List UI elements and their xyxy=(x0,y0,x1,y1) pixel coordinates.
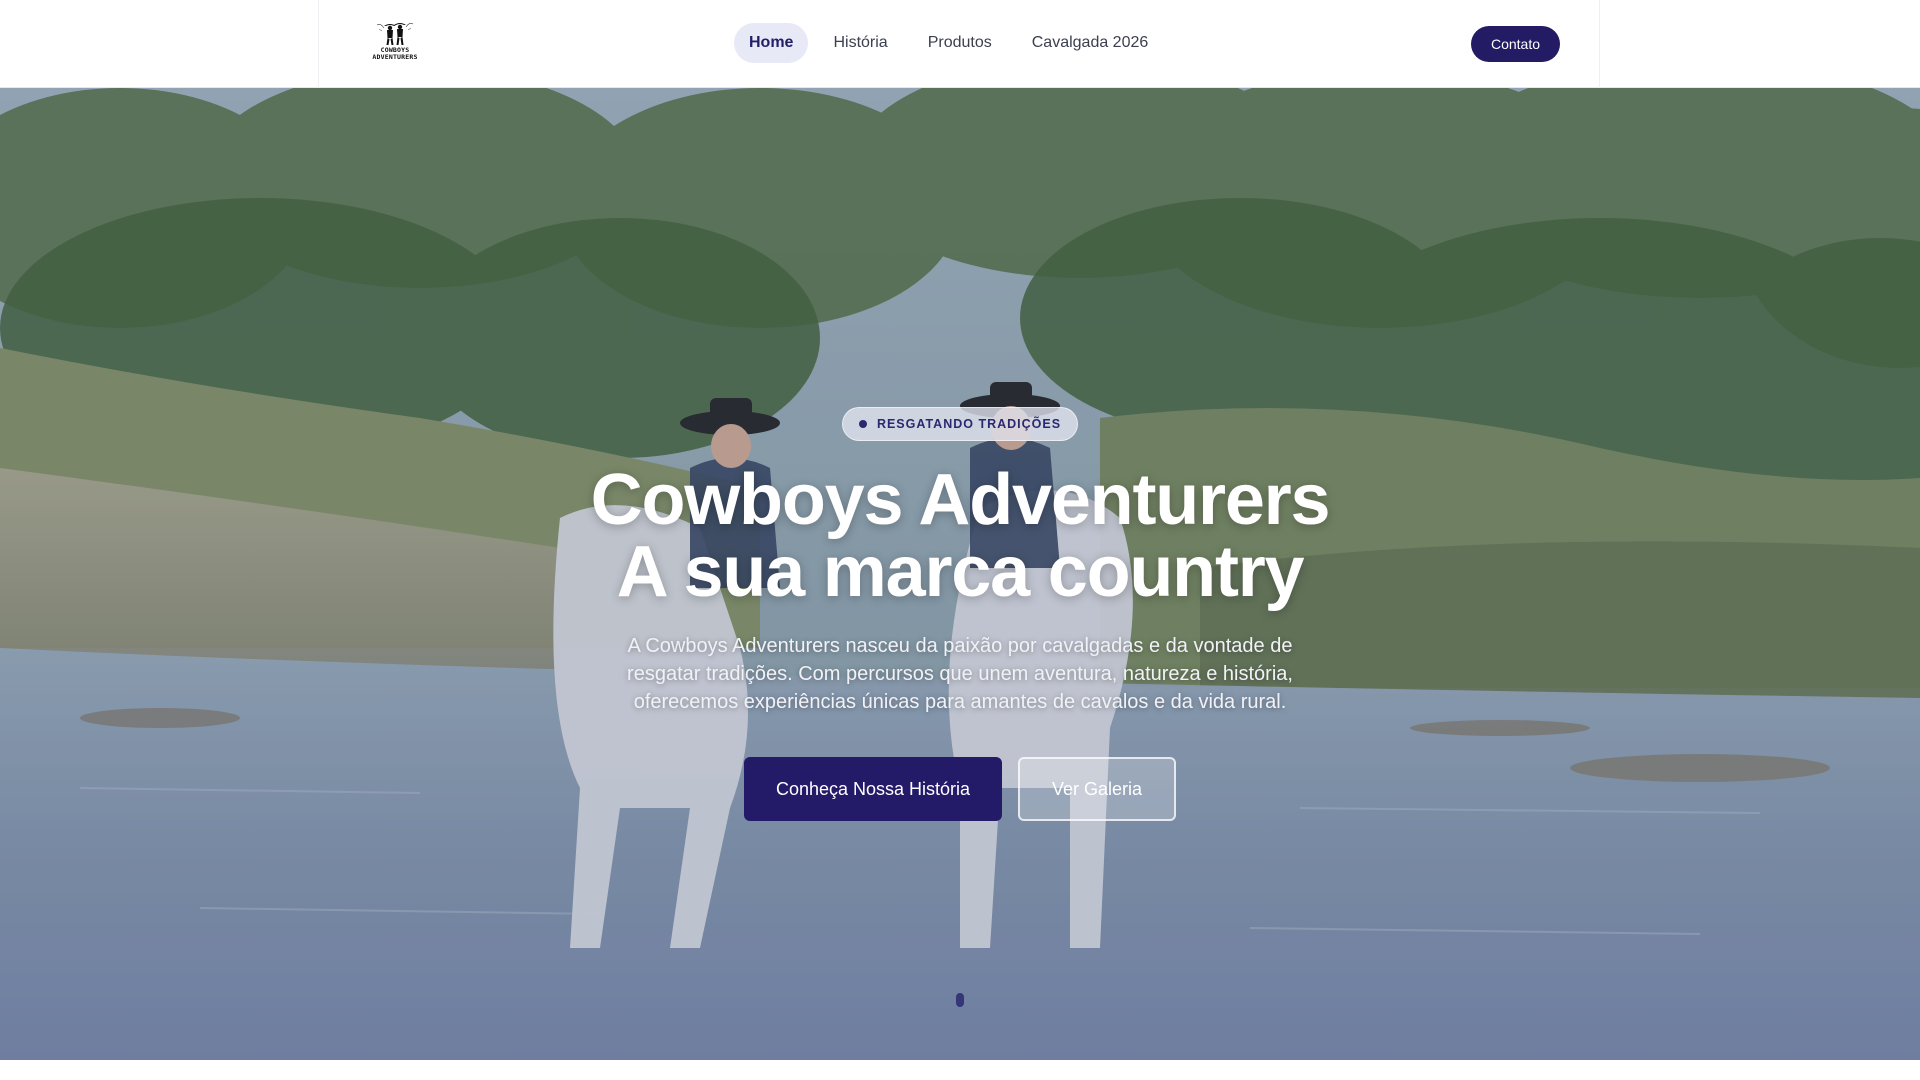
contact-button[interactable]: Contato xyxy=(1471,26,1560,62)
hero-title-line2: A sua marca country xyxy=(616,532,1305,612)
nav-item-produtos[interactable]: Produtos xyxy=(913,23,1007,63)
hero-title-line1: Cowboys Adventurers xyxy=(590,460,1331,540)
logo[interactable]: COWBOYS ADVENTURERS xyxy=(367,19,423,69)
gallery-button[interactable]: Ver Galeria xyxy=(1018,757,1176,821)
hero-badge-text: RESGATANDO TRADIÇÕES xyxy=(876,417,1062,431)
hero-badge: RESGATANDO TRADIÇÕES xyxy=(842,407,1078,441)
hero-description: A Cowboys Adventurers nasceu da paixão p… xyxy=(627,635,1293,713)
logo-text-line2: ADVENTURERS xyxy=(372,53,418,61)
our-story-button[interactable]: Conheça Nossa História xyxy=(744,757,1002,821)
site-header: COWBOYS ADVENTURERS Home História Produt… xyxy=(0,0,1920,88)
cowboys-logo-icon xyxy=(376,23,414,45)
hero-section: RESGATANDO TRADIÇÕES Cowboys Adventurers… xyxy=(0,88,1920,1060)
nav-item-home[interactable]: Home xyxy=(734,23,809,63)
nav-item-cavalgada-2026[interactable]: Cavalgada 2026 xyxy=(1017,23,1164,63)
header-container: COWBOYS ADVENTURERS Home História Produt… xyxy=(318,0,1600,88)
badge-dot-icon xyxy=(858,420,867,428)
scroll-indicator xyxy=(956,993,964,1007)
main-nav: Home História Produtos Cavalgada 2026 xyxy=(734,23,1163,63)
hero-title: Cowboys Adventurers A sua marca country xyxy=(460,464,1460,608)
nav-item-historia[interactable]: História xyxy=(818,23,902,63)
